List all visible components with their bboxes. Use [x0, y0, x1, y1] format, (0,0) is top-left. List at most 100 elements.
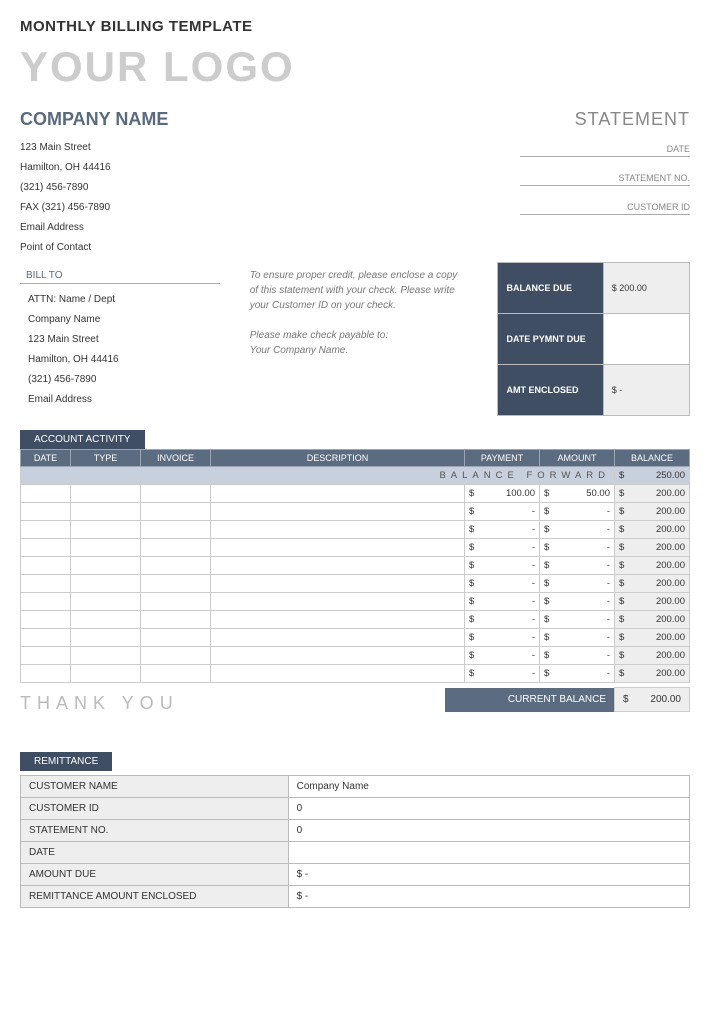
company-info-line: Hamilton, OH 44416: [20, 158, 168, 178]
cell-invoice[interactable]: [141, 629, 211, 647]
cell-amount[interactable]: $-: [540, 557, 615, 575]
cell-description[interactable]: [211, 593, 465, 611]
cell-type[interactable]: [71, 647, 141, 665]
remittance-value[interactable]: 0: [288, 798, 689, 820]
cell-payment[interactable]: $-: [465, 521, 540, 539]
cell-invoice[interactable]: [141, 485, 211, 503]
remittance-row: REMITTANCE AMOUNT ENCLOSED$ -: [21, 886, 690, 908]
company-info-line: FAX (321) 456-7890: [20, 198, 168, 218]
cell-invoice[interactable]: [141, 593, 211, 611]
company-info-line: Email Address: [20, 218, 168, 238]
cell-type[interactable]: [71, 665, 141, 683]
balance-due-label: BALANCE DUE: [498, 263, 603, 314]
cell-invoice[interactable]: [141, 665, 211, 683]
cell-date[interactable]: [21, 503, 71, 521]
instruction-line-3: Your Company Name.: [250, 343, 462, 358]
cell-description[interactable]: [211, 485, 465, 503]
cell-payment[interactable]: $-: [465, 611, 540, 629]
cell-description[interactable]: [211, 521, 465, 539]
remittance-value[interactable]: [288, 842, 689, 864]
cell-payment[interactable]: $-: [465, 557, 540, 575]
cell-invoice[interactable]: [141, 521, 211, 539]
cell-payment[interactable]: $-: [465, 593, 540, 611]
cell-date[interactable]: [21, 593, 71, 611]
cell-date[interactable]: [21, 539, 71, 557]
amt-enclosed-value[interactable]: $ -: [603, 365, 689, 416]
col-invoice: INVOICE: [141, 450, 211, 467]
cell-description[interactable]: [211, 647, 465, 665]
cell-amount[interactable]: $50.00: [540, 485, 615, 503]
cell-date[interactable]: [21, 665, 71, 683]
cell-type[interactable]: [71, 611, 141, 629]
company-name-heading: COMPANY NAME: [20, 109, 168, 130]
cell-invoice[interactable]: [141, 503, 211, 521]
cell-description[interactable]: [211, 503, 465, 521]
remittance-label: AMOUNT DUE: [21, 864, 289, 886]
cell-type[interactable]: [71, 629, 141, 647]
cell-amount[interactable]: $-: [540, 647, 615, 665]
cell-payment[interactable]: $-: [465, 665, 540, 683]
cell-invoice[interactable]: [141, 575, 211, 593]
cell-invoice[interactable]: [141, 557, 211, 575]
cell-date[interactable]: [21, 575, 71, 593]
cell-invoice[interactable]: [141, 647, 211, 665]
cell-invoice[interactable]: [141, 611, 211, 629]
cell-amount[interactable]: $-: [540, 539, 615, 557]
cell-payment[interactable]: $-: [465, 503, 540, 521]
cell-type[interactable]: [71, 539, 141, 557]
activity-row: $-$-$200.00: [21, 665, 690, 683]
cell-amount[interactable]: $-: [540, 521, 615, 539]
company-info-block: 123 Main StreetHamilton, OH 44416(321) 4…: [20, 138, 168, 258]
cell-date[interactable]: [21, 521, 71, 539]
bill-to-line: 123 Main Street: [28, 330, 224, 350]
cell-description[interactable]: [211, 629, 465, 647]
cell-amount[interactable]: $-: [540, 575, 615, 593]
current-balance-label: CURRENT BALANCE: [445, 688, 615, 712]
cell-type[interactable]: [71, 575, 141, 593]
cell-payment[interactable]: $-: [465, 575, 540, 593]
cell-amount[interactable]: $-: [540, 593, 615, 611]
cell-payment[interactable]: $-: [465, 629, 540, 647]
bill-to-line: Hamilton, OH 44416: [28, 350, 224, 370]
activity-row: $-$-$200.00: [21, 629, 690, 647]
statement-heading: STATEMENT: [520, 109, 690, 130]
bill-to-line: Company Name: [28, 310, 224, 330]
cell-date[interactable]: [21, 629, 71, 647]
cell-description[interactable]: [211, 665, 465, 683]
activity-row: $-$-$200.00: [21, 575, 690, 593]
document-title: MONTHLY BILLING TEMPLATE: [20, 18, 690, 35]
cell-balance: $200.00: [615, 629, 690, 647]
remittance-value[interactable]: $ -: [288, 886, 689, 908]
date-pymnt-due-value[interactable]: [603, 314, 689, 365]
cell-date[interactable]: [21, 557, 71, 575]
remittance-label: REMITTANCE AMOUNT ENCLOSED: [21, 886, 289, 908]
cell-description[interactable]: [211, 611, 465, 629]
cell-description[interactable]: [211, 557, 465, 575]
cell-type[interactable]: [71, 485, 141, 503]
remittance-value[interactable]: Company Name: [288, 776, 689, 798]
cell-payment[interactable]: $100.00: [465, 485, 540, 503]
bill-to-header: BILL TO: [20, 268, 220, 284]
cell-payment[interactable]: $-: [465, 647, 540, 665]
cell-type[interactable]: [71, 503, 141, 521]
cell-type[interactable]: [71, 521, 141, 539]
cell-invoice[interactable]: [141, 539, 211, 557]
activity-table: DATE TYPE INVOICE DESCRIPTION PAYMENT AM…: [20, 449, 690, 683]
cell-amount[interactable]: $-: [540, 665, 615, 683]
cell-type[interactable]: [71, 557, 141, 575]
cell-date[interactable]: [21, 485, 71, 503]
cell-amount[interactable]: $-: [540, 611, 615, 629]
remittance-value[interactable]: $ -: [288, 864, 689, 886]
cell-description[interactable]: [211, 575, 465, 593]
balance-forward-value: $250.00: [615, 467, 690, 485]
cell-balance: $200.00: [615, 665, 690, 683]
cell-type[interactable]: [71, 593, 141, 611]
cell-description[interactable]: [211, 539, 465, 557]
cell-date[interactable]: [21, 647, 71, 665]
cell-amount[interactable]: $-: [540, 629, 615, 647]
remittance-value[interactable]: 0: [288, 820, 689, 842]
date-pymnt-due-label: DATE PYMNT DUE: [498, 314, 603, 365]
cell-date[interactable]: [21, 611, 71, 629]
cell-amount[interactable]: $-: [540, 503, 615, 521]
cell-payment[interactable]: $-: [465, 539, 540, 557]
